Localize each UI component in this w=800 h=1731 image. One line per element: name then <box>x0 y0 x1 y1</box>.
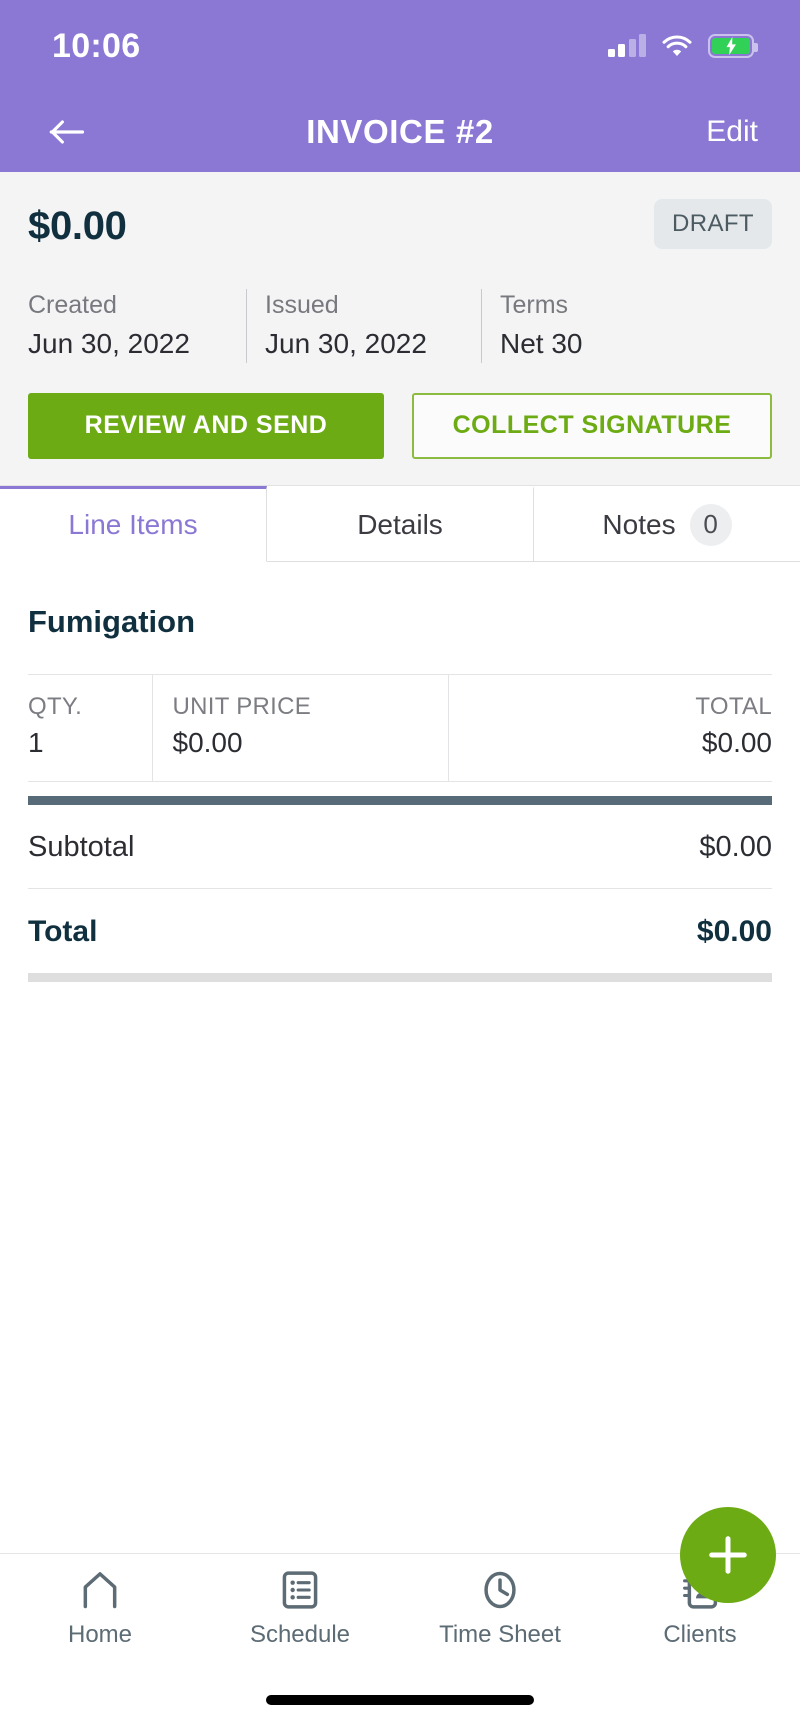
meta-terms: Terms Net 30 <box>481 289 603 363</box>
line-items-header: QTY. UNIT PRICE TOTAL <box>28 673 772 727</box>
home-indicator-area <box>0 1669 800 1731</box>
invoice-meta-row: Created Jun 30, 2022 Issued Jun 30, 2022… <box>28 289 772 363</box>
totals-bottom-divider <box>28 972 772 982</box>
tab-details[interactable]: Details <box>267 485 534 562</box>
meta-created-label: Created <box>28 291 117 319</box>
line-item-title: Fumigation <box>28 603 196 639</box>
subtotal-label: Subtotal <box>28 830 135 863</box>
meta-terms-label: Terms <box>500 291 569 319</box>
collect-signature-button[interactable]: COLLECT SIGNATURE <box>412 392 772 459</box>
line-items-table: QTY. UNIT PRICE TOTAL 1 $0.00 $0.00 <box>28 673 772 782</box>
edit-button[interactable]: Edit <box>702 109 762 155</box>
column-header-unit-price: UNIT PRICE <box>151 673 448 727</box>
tab-line-items[interactable]: Line Items <box>0 485 267 562</box>
clock-icon <box>484 1571 516 1609</box>
total-value: $0.00 <box>696 914 772 948</box>
total-label: Total <box>28 914 98 948</box>
cell-qty: 1 <box>28 726 152 782</box>
cell-total: $0.00 <box>447 726 772 782</box>
tab-notes[interactable]: Notes 0 <box>534 485 800 562</box>
navigation-bar: INVOICE #2 Edit <box>0 92 800 172</box>
nav-item-schedule-label: Schedule <box>249 1621 351 1648</box>
subtotal-value: $0.00 <box>699 830 772 863</box>
list-icon <box>282 1571 318 1609</box>
line-items-body: 1 $0.00 $0.00 <box>28 726 772 782</box>
meta-created-value: Jun 30, 2022 <box>28 327 190 359</box>
status-bar-icons <box>607 34 758 58</box>
nav-item-clients-label: Clients <box>663 1621 737 1648</box>
home-indicator[interactable] <box>266 1695 534 1705</box>
tab-line-items-label: Line Items <box>68 508 198 540</box>
cellular-signal-icon <box>607 34 646 57</box>
tab-notes-label: Notes <box>602 508 676 540</box>
meta-created: Created Jun 30, 2022 <box>28 289 246 363</box>
add-button[interactable] <box>680 1507 776 1603</box>
app-header: 10:06 INVOICE #2 Edit <box>0 0 800 172</box>
column-header-total: TOTAL <box>447 673 772 727</box>
invoice-actions: REVIEW AND SEND COLLECT SIGNATURE <box>28 392 772 459</box>
status-bar: 10:06 <box>0 0 800 92</box>
invoice-summary-card: $0.00 DRAFT Created Jun 30, 2022 Issued … <box>0 172 800 486</box>
invoice-tabs: Line Items Details Notes 0 <box>0 485 800 562</box>
back-button[interactable] <box>38 102 98 162</box>
table-header-row: QTY. UNIT PRICE TOTAL <box>28 673 772 727</box>
nav-item-home[interactable]: Home <box>0 1568 200 1649</box>
meta-issued-value: Jun 30, 2022 <box>265 327 427 359</box>
meta-terms-value: Net 30 <box>500 327 583 359</box>
nav-item-home-label: Home <box>67 1621 133 1648</box>
lightning-bolt-icon <box>726 37 736 55</box>
table-row[interactable]: 1 $0.00 $0.00 <box>28 726 772 782</box>
totals-top-divider <box>28 795 772 805</box>
total-row: Total $0.00 <box>28 889 772 973</box>
status-bar-time: 10:06 <box>52 26 141 65</box>
invoice-amount: $0.00 <box>28 204 127 248</box>
invoice-screen: 10:06 INVOICE #2 Edit $0.00 DRAFT Create… <box>0 0 800 1731</box>
column-header-qty: QTY. <box>28 673 152 727</box>
summary-top-row: $0.00 DRAFT <box>28 199 772 249</box>
review-and-send-button[interactable]: REVIEW AND SEND <box>28 392 384 459</box>
tab-details-label: Details <box>357 508 443 540</box>
subtotal-row: Subtotal $0.00 <box>28 805 772 889</box>
nav-item-time-sheet-label: Time Sheet <box>439 1621 561 1648</box>
plus-icon <box>709 1536 747 1574</box>
cell-unit-price: $0.00 <box>151 726 448 782</box>
battery-charging-icon <box>708 34 758 58</box>
meta-issued-label: Issued <box>265 291 339 319</box>
line-items-panel: Fumigation QTY. UNIT PRICE TOTAL 1 $0.00… <box>0 561 800 1553</box>
page-title: INVOICE #2 <box>306 113 494 150</box>
bottom-bar: Home Schedule Time Sheet Clients <box>0 1507 800 1731</box>
home-icon <box>83 1572 117 1609</box>
bottom-navigation: Home Schedule Time Sheet Clients <box>0 1553 800 1669</box>
wifi-icon <box>662 35 692 56</box>
status-badge: DRAFT <box>654 199 772 249</box>
notes-count-badge: 0 <box>689 503 732 546</box>
arrow-left-icon <box>49 120 85 144</box>
nav-item-time-sheet[interactable]: Time Sheet <box>400 1568 600 1649</box>
meta-issued: Issued Jun 30, 2022 <box>246 289 481 363</box>
nav-item-schedule[interactable]: Schedule <box>200 1568 400 1649</box>
